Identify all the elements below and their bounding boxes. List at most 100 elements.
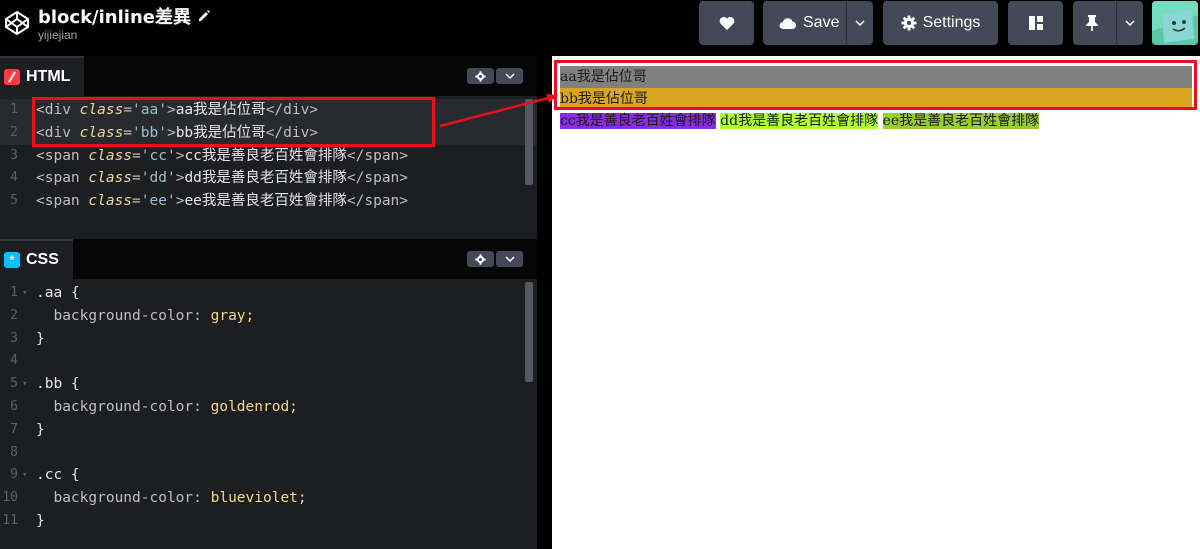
attr-name: class bbox=[79, 102, 124, 118]
preview-div-bb: bb我是佔位哥 bbox=[560, 88, 1192, 110]
code-text: background-color: blueviolet; bbox=[36, 487, 307, 510]
tab-css[interactable]: * CSS bbox=[0, 239, 73, 279]
css-settings-button[interactable] bbox=[467, 251, 494, 267]
element-text: aa我是佔位哥 bbox=[175, 102, 266, 118]
html-collapse-button[interactable] bbox=[496, 68, 523, 84]
asterisk-icon: * bbox=[9, 253, 15, 267]
tag-gt: > bbox=[166, 102, 176, 118]
attr-value: 'bb' bbox=[132, 124, 167, 141]
avatar[interactable] bbox=[1152, 1, 1198, 45]
pin-options-button[interactable] bbox=[1116, 1, 1143, 45]
gear-icon bbox=[901, 15, 917, 31]
code-text: .bb { bbox=[36, 373, 80, 396]
code-line[interactable]: 2 background-color: gray; bbox=[0, 305, 537, 328]
css-scrollbar[interactable] bbox=[525, 282, 533, 382]
css-value: goldenrod; bbox=[210, 398, 298, 415]
project-title[interactable]: block/inline差異 bbox=[38, 3, 191, 29]
html-panel-header: HTML bbox=[0, 56, 537, 96]
css-selector: } bbox=[36, 330, 45, 347]
css-collapse-button[interactable] bbox=[496, 251, 523, 267]
html-code-editor[interactable]: 1 <div class='aa'>aa我是佔位哥</div> 2 <div clas… bbox=[0, 99, 537, 235]
element-text: cc我是善良老百姓會排隊 bbox=[184, 147, 347, 164]
code-line[interactable]: 1 <div class='aa'>aa我是佔位哥</div> bbox=[0, 99, 537, 122]
tag-close: </div> bbox=[265, 102, 319, 118]
tab-css-label: CSS bbox=[26, 251, 59, 268]
preview-span-dd: dd我是善良老百姓會排隊 bbox=[720, 113, 879, 129]
settings-button[interactable]: Settings bbox=[883, 1, 998, 45]
code-text: } bbox=[36, 328, 45, 351]
attr-eq: = bbox=[132, 170, 141, 187]
line-number: 7 bbox=[10, 421, 18, 437]
tag-close: </span> bbox=[346, 170, 409, 187]
pencil-icon[interactable] bbox=[197, 9, 211, 23]
save-label: Save bbox=[803, 14, 840, 31]
attr-value: 'ee' bbox=[140, 193, 176, 210]
code-text: .aa { bbox=[36, 282, 80, 305]
attr-eq: = bbox=[132, 193, 141, 210]
chevron-down-icon bbox=[504, 256, 515, 262]
save-button[interactable]: Save bbox=[763, 1, 873, 45]
code-line[interactable]: 4 bbox=[0, 350, 537, 373]
pin-button[interactable] bbox=[1073, 1, 1143, 45]
line-number: 5 bbox=[10, 193, 18, 209]
code-line[interactable]: 6 background-color: goldenrod; bbox=[0, 396, 537, 419]
html-scrollbar[interactable] bbox=[525, 99, 533, 185]
attr-name: class bbox=[79, 124, 124, 141]
codepen-logo-icon[interactable] bbox=[4, 10, 30, 36]
code-text: background-color: goldenrod; bbox=[36, 396, 298, 419]
love-button[interactable] bbox=[699, 1, 754, 45]
css-selector: .cc { bbox=[36, 467, 80, 484]
panel-resizer[interactable] bbox=[537, 56, 552, 549]
code-line[interactable]: 5 <span class='ee'>ee我是善良老百姓會排隊</span> bbox=[0, 190, 537, 213]
tag-open: <span bbox=[36, 193, 89, 210]
preview-span-ee: ee我是善良老百姓會排隊 bbox=[882, 113, 1040, 129]
settings-label: Settings bbox=[922, 14, 981, 31]
code-text: <div class='aa'>aa我是佔位哥</div> bbox=[36, 99, 318, 122]
css-property: background-color: bbox=[36, 307, 211, 324]
change-view-button[interactable] bbox=[1008, 1, 1063, 45]
tab-html-label: HTML bbox=[26, 68, 71, 85]
tab-html[interactable]: HTML bbox=[0, 56, 85, 96]
line-number: 3 bbox=[10, 147, 18, 163]
code-line[interactable]: 1 ▾ .aa { bbox=[0, 282, 537, 305]
code-line[interactable]: 9 ▾ .cc { bbox=[0, 464, 537, 487]
css-selector: .bb { bbox=[36, 376, 80, 393]
css-panel-header: * CSS bbox=[0, 239, 537, 279]
css-property: background-color: bbox=[36, 398, 211, 415]
save-options-button[interactable] bbox=[846, 1, 873, 45]
attr-eq: = bbox=[123, 124, 133, 141]
html-settings-button[interactable] bbox=[467, 68, 494, 84]
code-line[interactable]: 3} bbox=[0, 328, 537, 351]
pin-icon bbox=[1086, 15, 1098, 31]
attr-value: 'aa' bbox=[132, 102, 167, 118]
code-text: <span class='dd'>dd我是善良老百姓會排隊</span> bbox=[36, 167, 408, 190]
code-line[interactable]: 11} bbox=[0, 510, 537, 533]
line-number: 5 bbox=[10, 376, 18, 392]
code-text: } bbox=[36, 510, 45, 533]
line-number: 4 bbox=[10, 170, 18, 186]
css-value: blueviolet; bbox=[210, 490, 307, 507]
author-name[interactable]: yijiejian bbox=[38, 28, 77, 42]
line-number: 4 bbox=[10, 353, 18, 369]
tag-open: <span bbox=[36, 147, 89, 164]
code-line[interactable]: 8 bbox=[0, 442, 537, 465]
chevron-down-icon bbox=[504, 73, 515, 79]
css-code-editor[interactable]: 1 ▾ .aa {2 background-color: gray; 3} 4 5 ▾ .bb… bbox=[0, 282, 537, 549]
code-line[interactable]: 7} bbox=[0, 419, 537, 442]
code-text: .cc { bbox=[36, 464, 80, 487]
code-line[interactable]: 10 background-color: blueviolet; bbox=[0, 487, 537, 510]
attr-name: class bbox=[88, 170, 133, 187]
cloud-icon bbox=[779, 17, 796, 29]
code-line[interactable]: 3 <span class='cc'>cc我是善良老百姓會排隊</span> bbox=[0, 145, 537, 168]
element-text: ee我是善良老百姓會排隊 bbox=[184, 193, 347, 210]
tag-open: <div bbox=[36, 124, 80, 141]
code-line[interactable]: 4 <span class='dd'>dd我是善良老百姓會排隊</span> bbox=[0, 167, 537, 190]
fold-marker: ▾ bbox=[22, 288, 28, 298]
attr-name: class bbox=[88, 193, 133, 210]
line-number: 1 bbox=[10, 285, 18, 300]
line-number: 9 bbox=[10, 467, 18, 483]
tag-close: </span> bbox=[346, 193, 409, 210]
code-line[interactable]: 5 ▾ .bb { bbox=[0, 373, 537, 396]
tag-close: </span> bbox=[346, 147, 409, 164]
code-line[interactable]: 2 <div class='bb'>bb我是佔位哥</div> bbox=[0, 121, 537, 145]
